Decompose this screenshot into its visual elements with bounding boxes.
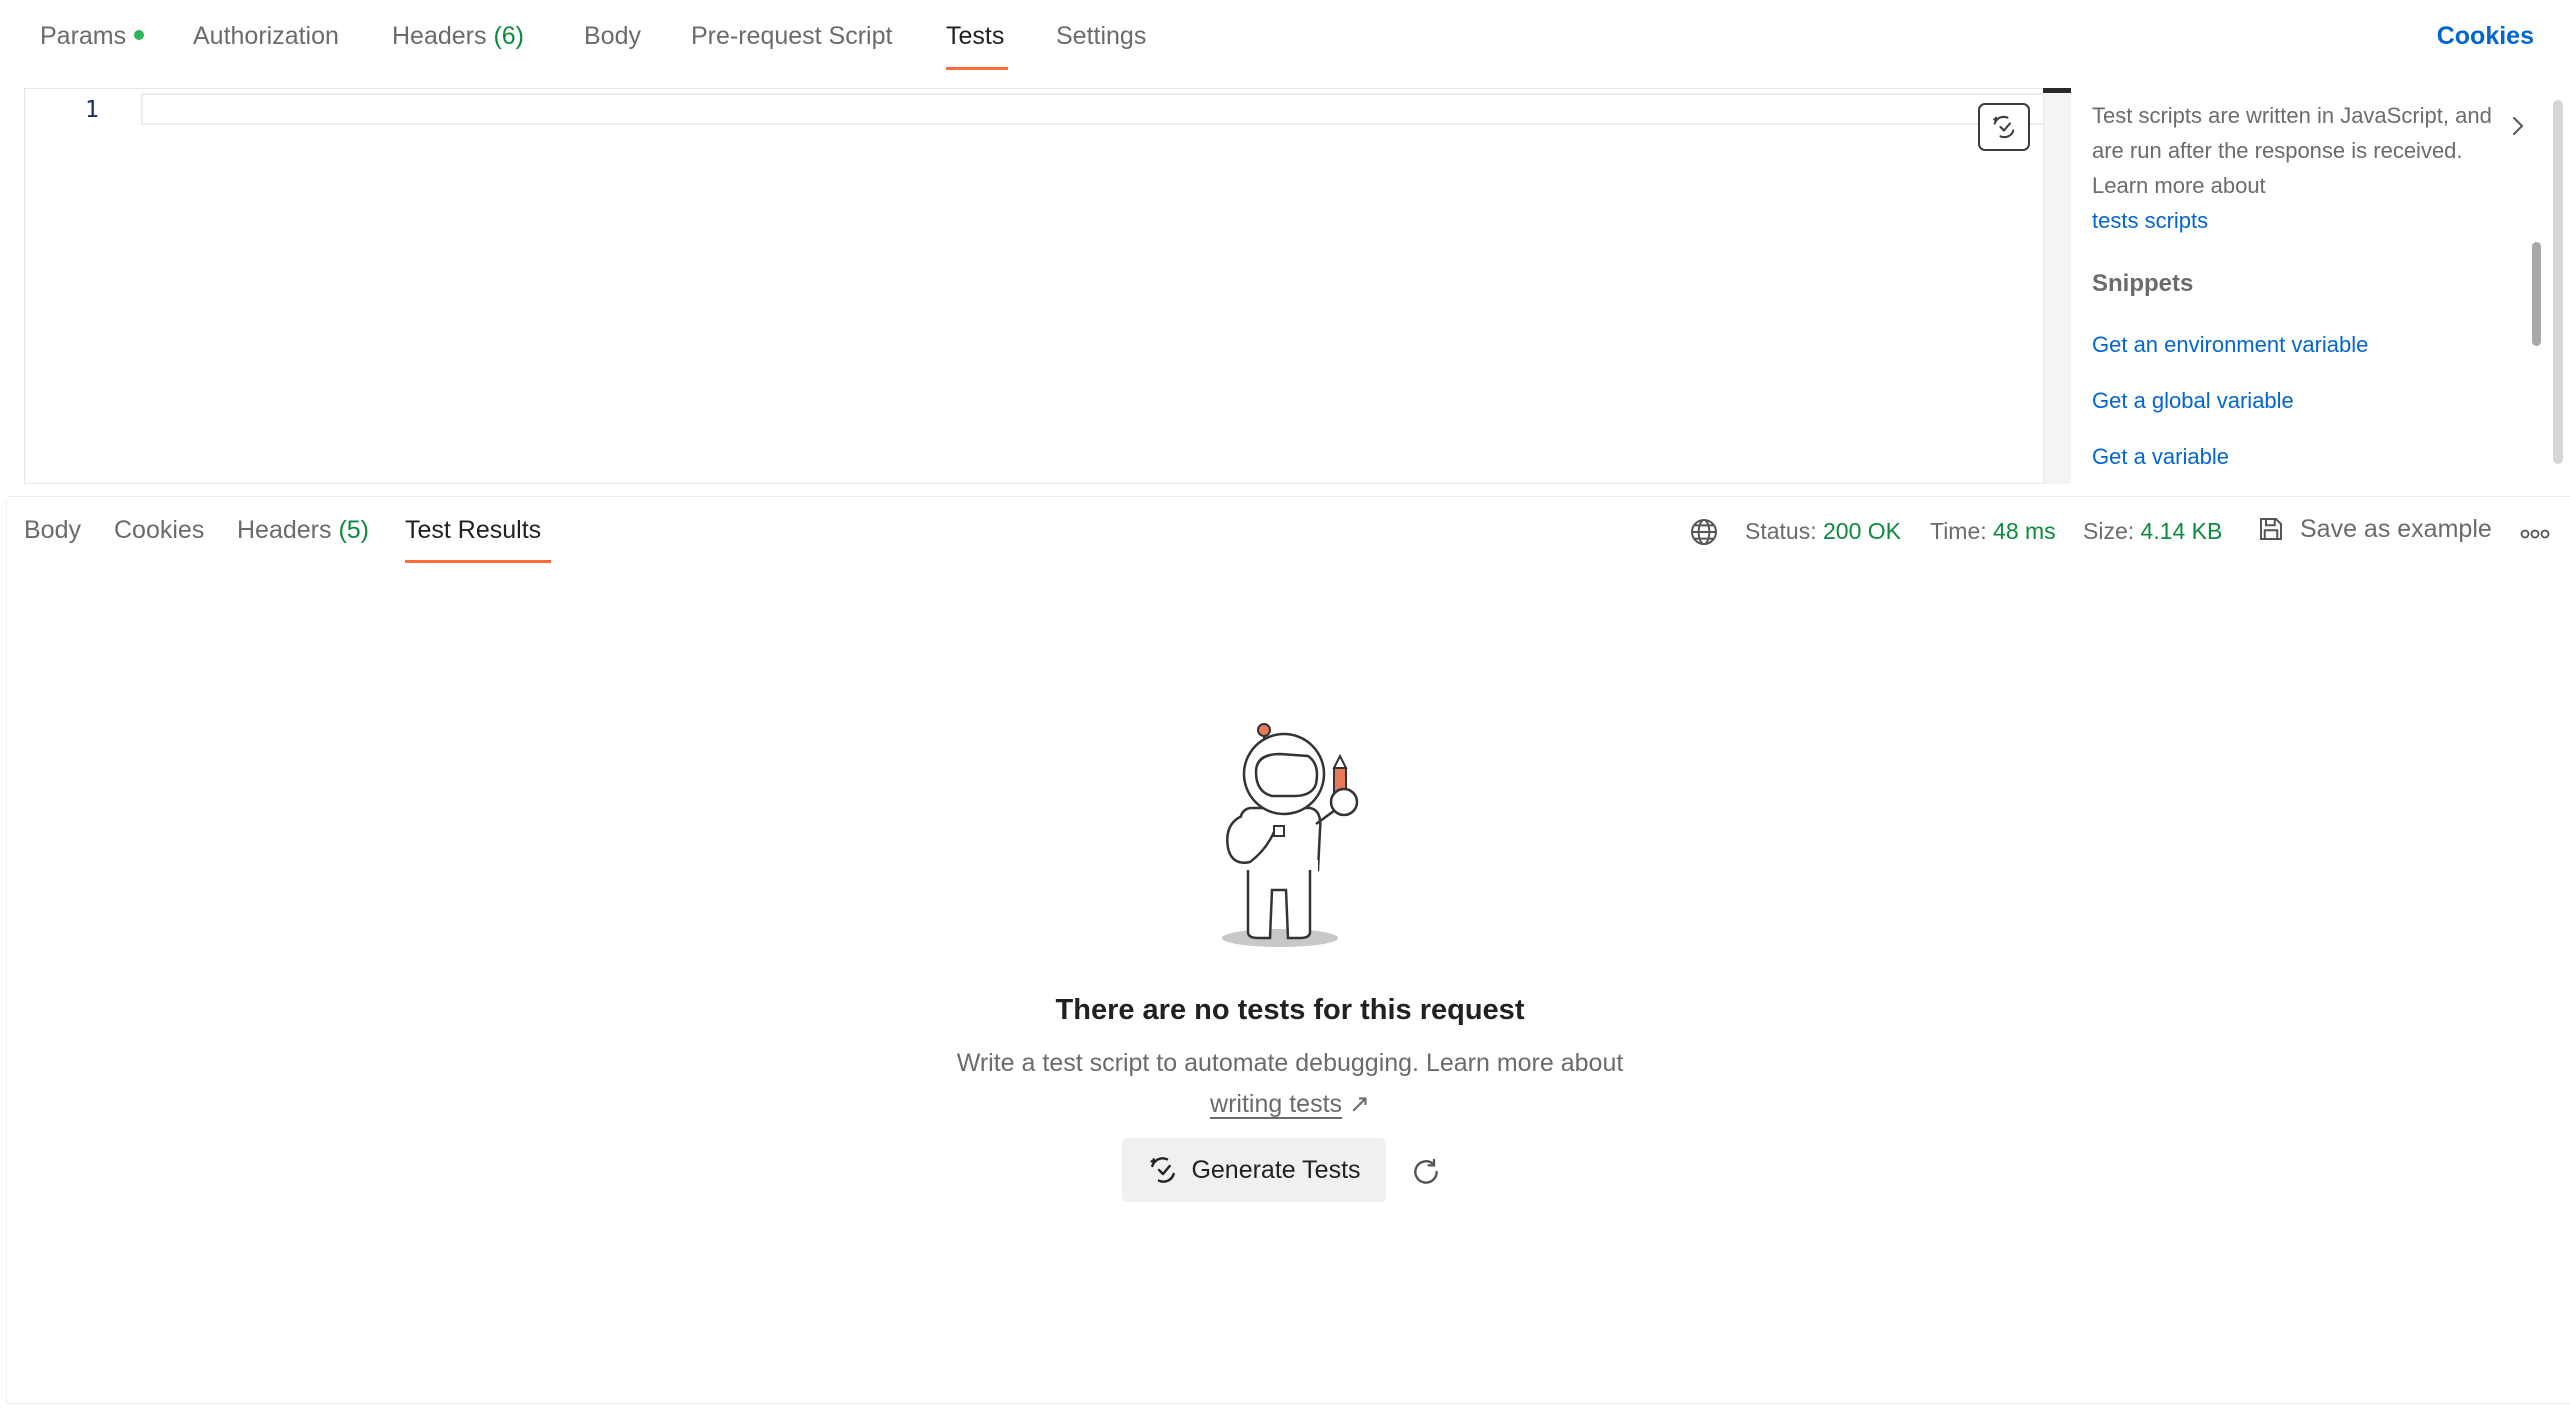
tab-label: Body — [584, 22, 641, 50]
active-response-tab-underline — [405, 560, 551, 563]
test-script-editor[interactable]: 1 — [24, 88, 2071, 484]
panel-description: Test scripts are written in JavaScript, … — [2092, 98, 2512, 238]
tab-authorization[interactable]: Authorization — [193, 22, 339, 51]
snippets-panel: Test scripts are written in JavaScript, … — [2072, 88, 2570, 484]
active-line-highlight[interactable] — [141, 93, 2071, 125]
tab-label: Pre-request Script — [691, 22, 893, 50]
tab-label: Settings — [1056, 22, 1147, 50]
writing-tests-link-row: writing tests ↗ — [0, 1089, 2570, 1119]
external-link-arrow-icon: ↗ — [1348, 1090, 1370, 1118]
ai-assist-button[interactable] — [1978, 103, 2030, 151]
save-icon — [2260, 518, 2282, 540]
panel-scrollbar-track[interactable] — [2553, 100, 2563, 464]
tab-label: Cookies — [114, 516, 205, 544]
snippets-scrollbar[interactable] — [2532, 242, 2541, 346]
refresh-icon[interactable] — [1410, 1156, 1442, 1188]
tab-headers[interactable]: Headers (6) — [392, 22, 524, 51]
more-options-icon[interactable] — [2520, 528, 2550, 540]
tab-pre-request-script[interactable]: Pre-request Script — [691, 22, 892, 51]
gutter-marker — [2043, 88, 2071, 93]
tab-label: Headers — [392, 22, 487, 50]
cookies-link[interactable]: Cookies — [2437, 22, 2534, 51]
status-value[interactable]: 200 OK — [1823, 518, 1901, 544]
size-label: Size: — [2083, 518, 2135, 544]
response-tab-cookies[interactable]: Cookies — [114, 516, 204, 545]
time-label: Time: — [1930, 518, 1987, 544]
line-number: 1 — [85, 97, 99, 123]
save-as-example-label: Save as example — [2300, 514, 2492, 543]
response-tab-body[interactable]: Body — [24, 516, 81, 545]
headers-count: (5) — [338, 516, 370, 544]
tab-tests[interactable]: Tests — [946, 22, 1004, 51]
tests-scripts-link[interactable]: tests scripts — [2092, 208, 2208, 233]
response-status: Status: 200 OK — [1745, 518, 1901, 545]
snippets-title: Snippets — [2092, 270, 2194, 297]
tab-body[interactable]: Body — [584, 22, 641, 51]
sparkle-wand-icon — [1993, 115, 2015, 139]
snippet-get-variable[interactable]: Get a variable — [2092, 444, 2229, 470]
globe-icon[interactable] — [1688, 516, 1720, 548]
chevron-right-icon[interactable] — [2508, 114, 2528, 138]
headers-count: (6) — [493, 22, 525, 50]
response-tab-headers[interactable]: Headers (5) — [237, 516, 369, 545]
tab-label: Headers — [237, 516, 332, 544]
tab-settings[interactable]: Settings — [1056, 22, 1146, 51]
snippet-get-global-variable[interactable]: Get a global variable — [2092, 388, 2294, 414]
astronaut-illustration — [1222, 723, 1359, 947]
empty-state-description: Write a test script to automate debuggin… — [956, 1049, 1624, 1077]
generate-tests-label: Generate Tests — [1191, 1155, 1361, 1184]
save-as-example-button[interactable]: Save as example — [2256, 514, 2492, 544]
sparkle-wand-icon — [1150, 1157, 1176, 1183]
tab-label: Test Results — [405, 516, 542, 544]
active-tab-underline — [946, 67, 1008, 70]
pane-divider[interactable] — [8, 496, 2570, 497]
status-label: Status: — [1745, 518, 1817, 544]
pane-left-border — [6, 500, 7, 1404]
response-time: Time: 48 ms — [1930, 518, 2056, 545]
editor-gutter — [2043, 88, 2071, 484]
empty-state-title: There are no tests for this request — [1055, 994, 1525, 1026]
panel-description-text: Test scripts are written in JavaScript, … — [2092, 103, 2492, 198]
tab-label: Authorization — [193, 22, 339, 50]
tab-label: Tests — [946, 22, 1005, 50]
size-value[interactable]: 4.14 KB — [2141, 518, 2223, 544]
time-value[interactable]: 48 ms — [1993, 518, 2056, 544]
response-tab-test-results[interactable]: Test Results — [405, 516, 541, 545]
params-indicator-dot — [134, 30, 145, 41]
tab-label: Params — [40, 22, 127, 50]
writing-tests-link[interactable]: writing tests — [1210, 1090, 1342, 1118]
snippet-get-environment-variable[interactable]: Get an environment variable — [2092, 332, 2368, 358]
pane-bottom-border — [6, 1403, 2570, 1404]
request-tab-bar: Params Authorization Headers (6) Body Pr… — [0, 0, 2570, 80]
tab-params[interactable]: Params — [40, 22, 145, 51]
response-size: Size: 4.14 KB — [2083, 518, 2222, 545]
generate-tests-button[interactable]: Generate Tests — [1122, 1138, 1386, 1202]
tab-label: Body — [24, 516, 81, 544]
